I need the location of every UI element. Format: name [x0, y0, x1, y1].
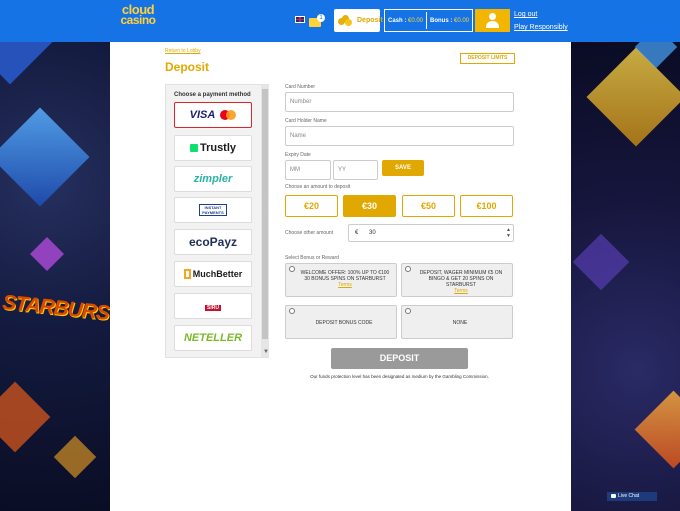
payment-methods-caption: Choose a payment method — [174, 92, 251, 98]
radio-button[interactable] — [405, 308, 411, 314]
top-header: cloud casino 1 Deposit Cash : €0.00 Bonu… — [0, 0, 680, 42]
payment-methods-list: Choose a payment method VISA Trustly zim… — [165, 84, 269, 358]
return-to-lobby-link[interactable]: Return to Lobby — [165, 48, 201, 54]
card-holder-label: Card Holder Name — [285, 118, 327, 124]
other-amount-value: 30 — [369, 230, 376, 236]
terms-link[interactable]: Terms — [454, 288, 468, 294]
lock-icon — [189, 144, 198, 153]
bonus-option-bingo[interactable]: DEPOSIT, WAGER MINIMUM €5 ON BINGO & GET… — [401, 263, 513, 297]
bonus-option-none[interactable]: NONE — [401, 305, 513, 339]
mail-count-badge: 1 — [317, 14, 325, 22]
expiry-date-label: Expiry Date — [285, 152, 311, 158]
user-icon — [489, 13, 496, 20]
amount-stepper-icon[interactable]: ▲ ▼ — [506, 227, 511, 239]
other-amount-label: Choose other amount — [285, 230, 334, 236]
deposit-submit-button[interactable]: DEPOSIT — [331, 348, 468, 369]
card-number-input[interactable]: Number — [285, 92, 514, 112]
payment-method-instant-payments[interactable]: INSTANT PAYMENTS — [174, 197, 252, 223]
user-avatar-button[interactable] — [475, 9, 510, 32]
payment-method-muchbetter[interactable]: MuchBetter — [174, 261, 252, 287]
cloud-casino-logo[interactable]: cloud casino — [116, 3, 160, 34]
amount-100-button[interactable]: €100 — [460, 195, 513, 217]
payment-method-neteller[interactable]: NETELLER — [174, 325, 252, 351]
amount-50-button[interactable]: €50 — [402, 195, 455, 217]
radio-button[interactable] — [405, 266, 411, 272]
right-background-art — [571, 42, 680, 511]
terms-link[interactable]: Terms — [338, 282, 352, 288]
payment-method-trustly[interactable]: Trustly — [174, 135, 252, 161]
amount-label: Choose an amount to deposit — [285, 184, 351, 190]
uk-flag-icon[interactable] — [295, 16, 305, 23]
play-responsibly-link[interactable]: Play Responsibly — [514, 24, 568, 31]
payment-method-visa-mastercard[interactable]: VISA — [174, 102, 252, 128]
scroll-down-arrow-icon[interactable]: ▼ — [263, 349, 269, 355]
coins-icon — [338, 15, 352, 26]
page-title: Deposit — [165, 60, 210, 74]
mastercard-icon — [220, 110, 237, 121]
currency-symbol: € — [355, 230, 359, 236]
methods-scrollbar-thumb[interactable] — [262, 89, 268, 339]
bonus-option-code[interactable]: DEPOSIT BONUS CODE — [285, 305, 397, 339]
funds-protection-note: Our funds protection level has been desi… — [310, 374, 489, 379]
radio-button[interactable] — [289, 308, 295, 314]
header-deposit-button[interactable]: Deposit — [334, 9, 383, 32]
logout-link[interactable]: Log out — [514, 11, 537, 18]
balance-box: Cash : €0.00 Bonus : €0.00 — [384, 9, 473, 32]
expiry-month-input[interactable]: MM — [285, 160, 331, 180]
left-background-art: STARBURST — [0, 42, 110, 511]
muchbetter-icon — [183, 269, 191, 280]
card-holder-input[interactable]: Name — [285, 126, 514, 146]
deposit-limits-button[interactable]: DEPOSIT LIMITS — [460, 53, 515, 64]
bonus-label: Select Bonus or Reward — [285, 255, 339, 261]
card-number-label: Card Number — [285, 84, 316, 90]
other-amount-input[interactable]: € 30 ▲ ▼ — [348, 224, 514, 242]
payment-method-ecopayz[interactable]: ecoPayz — [174, 229, 252, 255]
payment-method-zimpler[interactable]: zimpler — [174, 166, 252, 192]
amount-30-button[interactable]: €30 — [343, 195, 396, 217]
expiry-year-input[interactable]: YY — [333, 160, 378, 180]
radio-button[interactable] — [289, 266, 295, 272]
save-button[interactable]: SAVE — [382, 160, 424, 176]
live-chat-button[interactable]: Live Chat — [607, 492, 657, 501]
bonus-option-welcome[interactable]: WELCOME OFFER: 100% UP TO €100 30 BONUS … — [285, 263, 397, 297]
starburst-logo-text: STARBURST — [1, 290, 110, 327]
amount-20-button[interactable]: €20 — [285, 195, 338, 217]
payment-method-siru[interactable]: SIRU — [174, 293, 252, 319]
